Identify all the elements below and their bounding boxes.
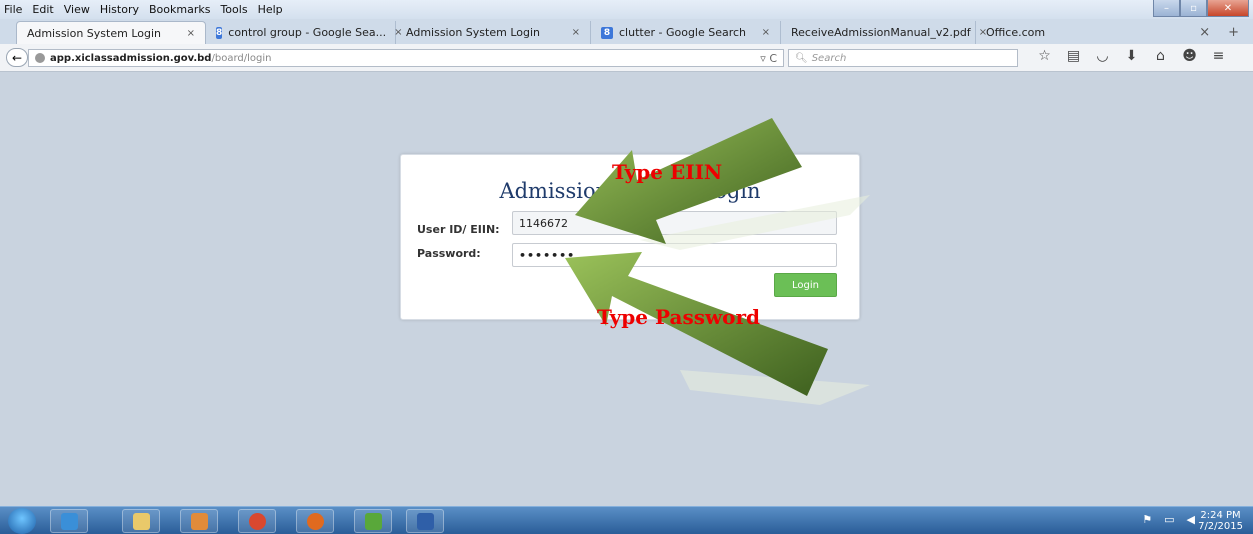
windows-taskbar: ⚑ ▭ ◀ 2:24 PM 7/2/2015 [0, 506, 1253, 534]
system-tray: ⚑ ▭ ◀ [1142, 513, 1195, 526]
annotation-type-password: Type Password [597, 305, 761, 329]
media-icon[interactable] [180, 509, 218, 533]
ie-icon[interactable] [50, 509, 88, 533]
network-icon[interactable]: ▭ [1164, 513, 1174, 526]
start-button[interactable] [8, 508, 36, 534]
volume-icon[interactable]: ◀ [1187, 513, 1195, 526]
annotation-type-eiin: Type EIIN [612, 160, 723, 184]
clock[interactable]: 2:24 PM 7/2/2015 [1198, 510, 1243, 532]
frog-icon[interactable] [354, 509, 392, 533]
annotation-overlay [565, 118, 870, 405]
chrome-icon[interactable] [238, 509, 276, 533]
word-icon[interactable] [406, 509, 444, 533]
explorer-icon[interactable] [122, 509, 160, 533]
action-center-icon[interactable]: ⚑ [1142, 513, 1152, 526]
clock-date: 7/2/2015 [1198, 521, 1243, 532]
firefox-icon[interactable] [296, 509, 334, 533]
clock-time: 2:24 PM [1200, 510, 1241, 521]
